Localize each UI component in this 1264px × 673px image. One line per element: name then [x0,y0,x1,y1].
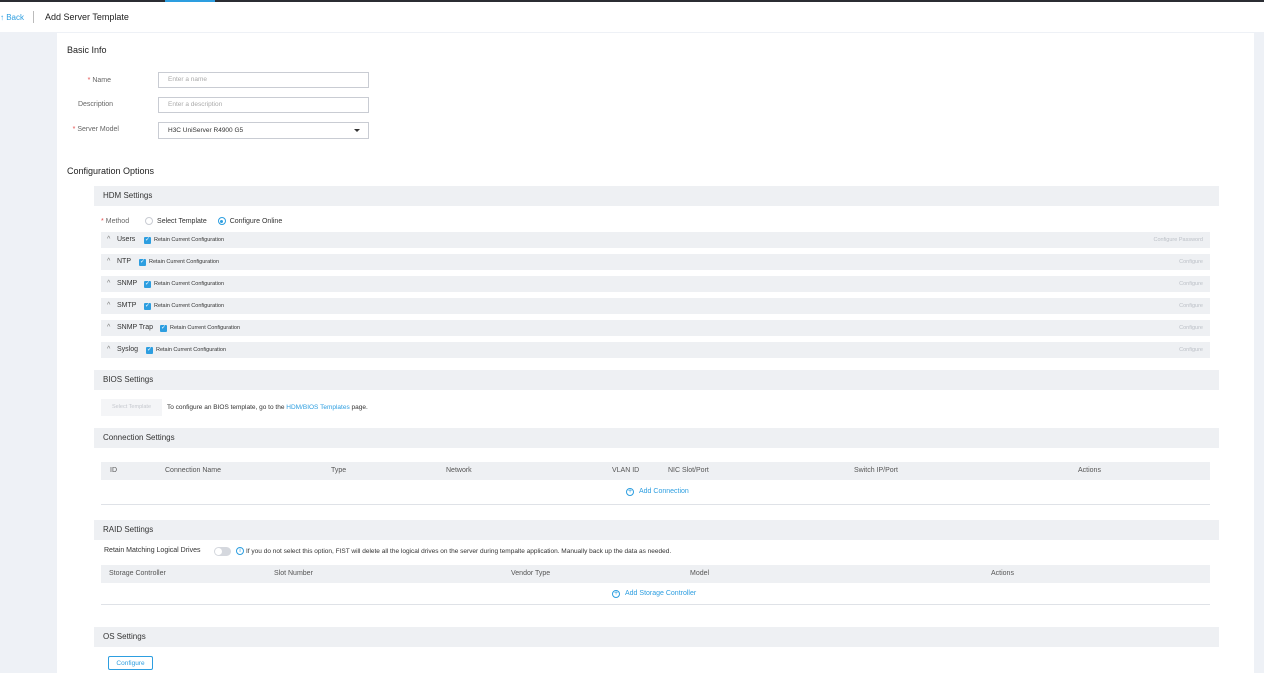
radio-select-template[interactable] [145,217,154,225]
name-input[interactable]: Enter a name [158,72,369,88]
hdm-row-smtp[interactable]: ^ SMTP ✓ Retain Current Configuration Co… [101,298,1210,314]
checkbox-icon[interactable]: ✓ [146,347,153,354]
add-circle-icon: + [626,488,634,496]
back-button[interactable]: ↑ Back [0,13,24,22]
configure-button[interactable]: Configure [1179,259,1203,265]
divider [101,504,1210,505]
configure-button[interactable]: Configure [1179,303,1203,309]
chevron-up-icon: ^ [107,324,111,331]
column-header: Network [446,467,472,474]
radio-configure-online[interactable] [217,217,226,225]
top-bar: ↑ Back Add Server Template [0,0,1264,32]
chevron-down-icon [354,129,360,132]
checkbox-icon[interactable]: ✓ [139,259,146,266]
column-header: Slot Number [274,570,313,577]
add-storage-controller-button[interactable]: + Add Storage Controller [612,590,696,598]
column-header: ID [110,467,117,474]
method-label: Method [105,217,130,225]
column-header: Connection Name [165,467,222,474]
checkbox-icon[interactable]: ✓ [160,325,167,332]
bios-settings-header: BIOS Settings [94,370,1219,390]
retain-logical-drives-label: Retain Matching Logical Drives [104,547,201,554]
checkbox-icon[interactable]: ✓ [144,303,151,310]
column-header: Type [331,467,347,474]
raid-settings-header: RAID Settings [94,520,1219,540]
configure-button[interactable]: Configure [1179,281,1203,287]
column-header: Storage Controller [109,570,166,577]
hdm-row-snmp-trap[interactable]: ^ SNMP Trap ✓ Retain Current Configurati… [101,320,1210,336]
chevron-up-icon: ^ [107,346,111,353]
hdm-bios-templates-link[interactable]: HDM/BIOS Templates [286,404,349,411]
configure-button[interactable]: Configure [1179,347,1203,353]
chevron-up-icon: ^ [107,280,111,287]
chevron-up-icon: ^ [107,236,111,243]
connection-table-header: ID Connection Name Type Network VLAN ID … [101,462,1210,480]
hdm-row-snmp[interactable]: ^ SNMP ✓ Retain Current Configuration Co… [101,276,1210,292]
hdm-row-ntp[interactable]: ^ NTP ✓ Retain Current Configuration Con… [101,254,1210,270]
select-template-label: Select Template [157,217,207,225]
raid-note: If you do not select this option, FIST w… [246,548,672,555]
storage-table-header: Storage Controller Slot Number Vendor Ty… [101,565,1210,583]
os-configure-button[interactable]: Configure [108,656,153,670]
info-icon: i [236,547,244,555]
description-label: Description [77,101,113,108]
configure-button[interactable]: Configure [1179,325,1203,331]
column-header: Actions [991,570,1014,577]
basic-info-title: Basic Info [67,45,107,55]
name-label: * Name [87,77,111,84]
description-input[interactable]: Enter a description [158,97,369,113]
bios-instruction: To configure an BIOS template, go to the… [167,404,368,411]
checkbox-icon[interactable]: ✓ [144,237,151,244]
column-header: Vendor Type [511,570,551,577]
server-model-value: H3C UniServer R4900 G5 [168,127,244,134]
chevron-up-icon: ^ [107,258,111,265]
connection-settings-header: Connection Settings [94,428,1219,448]
server-model-label: * Server Model [72,126,119,133]
configure-password-button[interactable]: Configure Password [1153,237,1203,243]
chevron-up-icon: ^ [107,302,111,309]
retain-logical-drives-toggle[interactable] [214,547,231,556]
os-settings-header: OS Settings [94,627,1219,647]
divider [33,11,34,23]
config-options-title: Configuration Options [67,166,155,176]
method-row: * Method Select Template Configure Online [101,217,283,225]
select-template-button[interactable]: Select Template [101,399,162,416]
add-connection-button[interactable]: + Add Connection [626,488,689,496]
checkbox-icon[interactable]: ✓ [144,281,151,288]
server-model-select[interactable]: H3C UniServer R4900 G5 [158,122,369,139]
column-header: Switch IP/Port [854,467,898,474]
hdm-row-users[interactable]: ^ Users ✓ Retain Current Configuration C… [101,232,1210,248]
divider [101,604,1210,605]
column-header: Actions [1078,467,1101,474]
column-header: NIC Slot/Port [668,467,709,474]
column-header: Model [690,570,710,577]
hdm-settings-header: HDM Settings [94,186,1219,206]
active-tab-indicator [165,0,215,2]
configure-online-label: Configure Online [229,217,283,225]
add-circle-icon: + [612,590,620,598]
hdm-row-syslog[interactable]: ^ Syslog ✓ Retain Current Configuration … [101,342,1210,358]
column-header: VLAN ID [612,467,640,474]
page-title: Add Server Template [45,12,129,22]
